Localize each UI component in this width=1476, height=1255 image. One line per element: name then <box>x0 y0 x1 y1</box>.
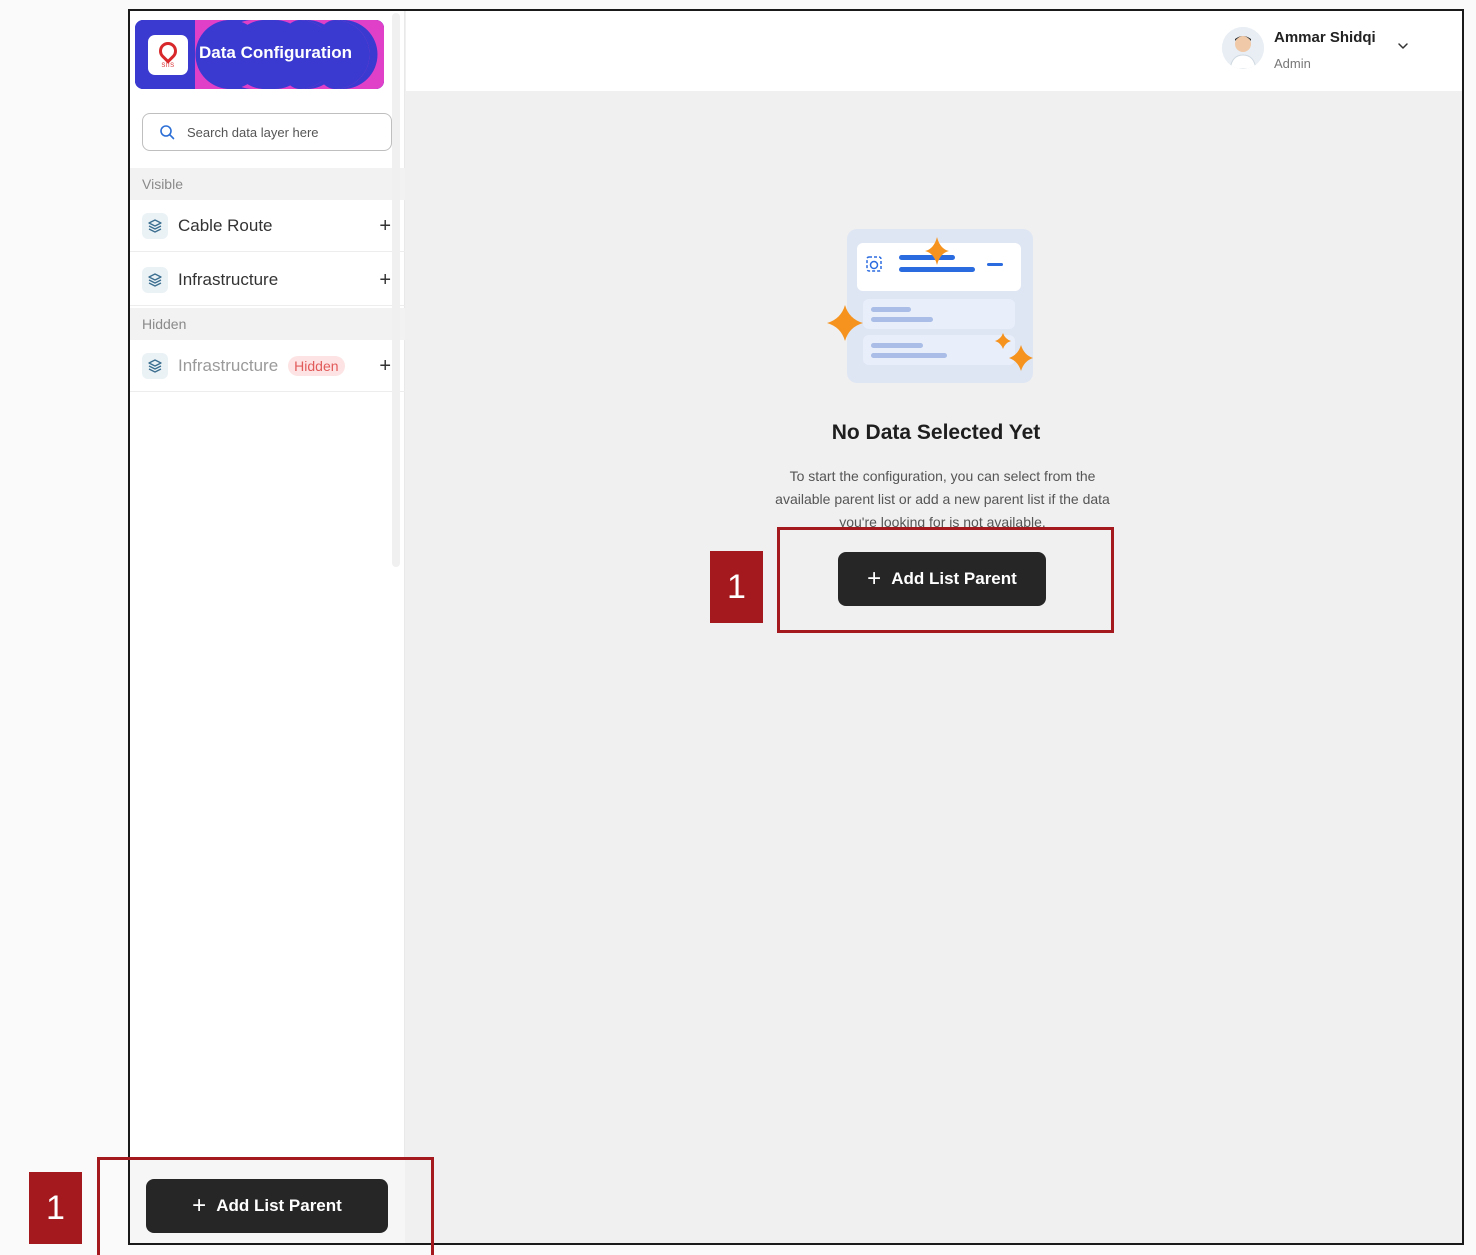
layer-label: Infrastructure <box>178 269 279 289</box>
search-icon <box>160 125 175 140</box>
search-input[interactable] <box>187 124 377 140</box>
layers-icon <box>142 212 168 239</box>
add-child-icon[interactable]: + <box>379 216 391 236</box>
user-name: Ammar Shidqi <box>1274 29 1376 46</box>
brand-title: Data Configuration <box>199 43 352 62</box>
user-avatar[interactable] <box>1222 27 1264 69</box>
brand-banner: SIIS Data Configuration <box>135 20 384 89</box>
location-pin-icon <box>155 37 181 64</box>
layers-icon <box>142 352 168 379</box>
annotation-box-main <box>777 527 1114 633</box>
sidebar-scrollbar[interactable] <box>392 13 400 567</box>
empty-state-illustration <box>827 229 1033 383</box>
empty-state-title: No Data Selected Yet <box>831 421 1041 444</box>
section-header-visible: Visible <box>130 168 405 200</box>
layer-item-cable-route[interactable]: Cable Route + <box>130 200 405 252</box>
user-role: Admin <box>1274 56 1311 71</box>
layers-icon <box>142 266 168 293</box>
add-child-icon[interactable]: + <box>379 270 391 290</box>
empty-state-description: To start the configuration, you can sele… <box>775 468 1110 529</box>
layer-label: Infrastructure <box>178 355 279 375</box>
chevron-down-icon[interactable] <box>1396 39 1410 53</box>
hidden-badge: Hidden <box>288 355 345 376</box>
search-box[interactable] <box>142 113 392 151</box>
annotation-label-sidebar: 1 <box>29 1172 82 1244</box>
sidebar: SIIS Data Configuration Visible Cable Ro… <box>130 11 405 1243</box>
layer-item-infrastructure-hidden[interactable]: Infrastructure Hidden + <box>130 340 405 392</box>
annotation-label-main: 1 <box>710 551 763 623</box>
layer-item-infrastructure[interactable]: Infrastructure + <box>130 254 405 306</box>
add-child-icon[interactable]: + <box>379 356 391 376</box>
layer-label: Cable Route <box>178 215 273 235</box>
section-header-hidden: Hidden <box>130 308 405 340</box>
app-logo: SIIS <box>148 35 188 75</box>
top-bar: Ammar Shidqi Admin <box>406 11 1462 91</box>
annotation-box-sidebar <box>97 1157 434 1255</box>
avatar-image <box>1222 27 1264 69</box>
